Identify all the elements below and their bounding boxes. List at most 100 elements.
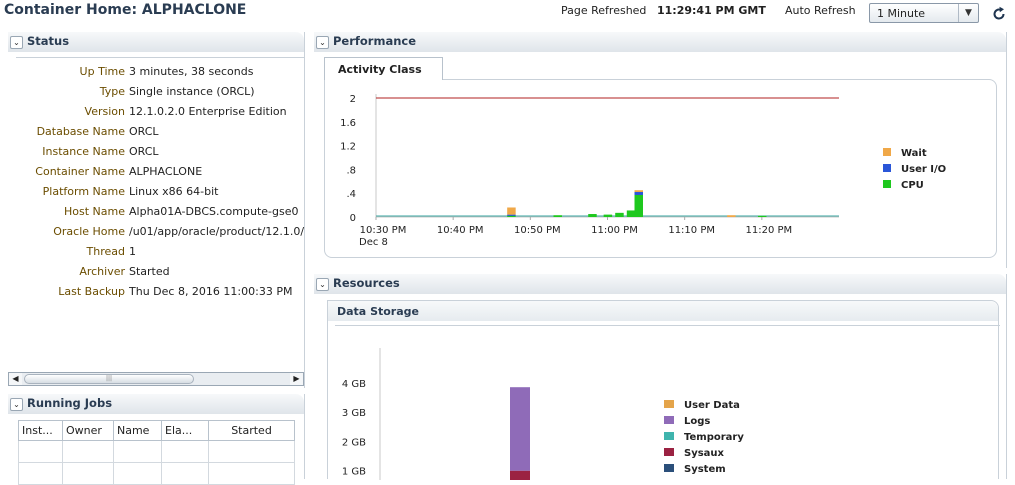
status-value: Linux x86 64-bit bbox=[129, 185, 219, 198]
status-row: Instance Name ORCL bbox=[8, 142, 305, 162]
performance-title: Performance bbox=[333, 34, 417, 48]
column-header[interactable]: Name bbox=[113, 420, 162, 441]
legend-label: Sysaux bbox=[684, 448, 725, 459]
running-jobs-panel: ⌄ Running Jobs Inst... Owner Name Ela...… bbox=[8, 394, 305, 485]
wait-bar bbox=[507, 207, 516, 215]
activity-chart-container: 0 .4 .8 1.2 1.6 2 10:30 PM 10:40 PM 10:50 PM 11:0… bbox=[324, 79, 997, 258]
legend-swatch bbox=[664, 448, 674, 456]
status-label: Version bbox=[84, 105, 125, 118]
status-row: Host Name Alpha01A-DBCS.compute-gse0 bbox=[8, 202, 305, 222]
y-tick-label: 3 GB bbox=[342, 408, 366, 419]
tab-activity-class[interactable]: Activity Class bbox=[324, 57, 443, 80]
performance-panel: ⌄ Performance Activity Class 0 .4 .8 1.2 1.6… bbox=[314, 32, 1007, 268]
status-label: Up Time bbox=[79, 65, 125, 78]
x-sublabel: Dec 8 bbox=[359, 237, 388, 248]
legend-swatch bbox=[883, 148, 891, 156]
horizontal-scrollbar[interactable]: ◀ ||| ▶ bbox=[8, 372, 304, 386]
auto-refresh-value: 1 Minute bbox=[877, 7, 926, 20]
resources-header: ⌄ Resources bbox=[314, 274, 1006, 294]
scroll-right-icon[interactable]: ▶ bbox=[290, 373, 303, 385]
collapse-toggle-icon[interactable]: ⌄ bbox=[316, 36, 329, 49]
column-header[interactable]: Inst... bbox=[18, 420, 63, 441]
y-tick-label: .4 bbox=[346, 189, 356, 200]
status-value: ORCL bbox=[129, 125, 159, 138]
resources-panel: ⌄ Resources Data Storage 0 GB1 GB2 GB3 G… bbox=[314, 274, 1007, 480]
legend-label: Temporary bbox=[684, 432, 744, 443]
scrollbar-thumb[interactable]: ||| bbox=[24, 374, 194, 384]
legend-label: Wait bbox=[901, 148, 927, 159]
legend-swatch bbox=[664, 416, 674, 424]
status-label: Thread bbox=[86, 245, 125, 258]
cpu-bar bbox=[588, 214, 597, 217]
y-tick-label: 2 GB bbox=[342, 437, 366, 448]
status-row: Container Name ALPHACLONE bbox=[8, 162, 305, 182]
cpu-bar bbox=[553, 215, 562, 217]
status-row: Type Single instance (ORCL) bbox=[8, 82, 305, 102]
cpu-bar bbox=[626, 210, 636, 217]
auto-refresh-select[interactable]: 1 Minute ▼ bbox=[869, 3, 979, 23]
status-label: Archiver bbox=[79, 265, 125, 278]
status-label: Container Name bbox=[35, 165, 125, 178]
column-header[interactable]: Started bbox=[208, 420, 295, 441]
user_io-bar bbox=[634, 192, 643, 195]
status-label: Oracle Home bbox=[53, 225, 125, 238]
status-row: Version 12.1.0.2.0 Enterprise Edition bbox=[8, 102, 305, 122]
x-tick-label: 11:00 PM bbox=[591, 225, 638, 236]
legend-label: System bbox=[684, 464, 726, 475]
legend-swatch bbox=[664, 464, 674, 472]
x-tick-label: 10:50 PM bbox=[514, 225, 561, 236]
user_io-bar bbox=[507, 214, 516, 216]
cpu-bar bbox=[757, 215, 767, 217]
data-storage-box: Data Storage 0 GB1 GB2 GB3 GB4 GBUser Da… bbox=[327, 300, 1000, 480]
column-header[interactable]: Owner bbox=[62, 420, 114, 441]
y-tick-label: 1 GB bbox=[342, 467, 366, 478]
status-label: Last Backup bbox=[58, 285, 125, 298]
status-value: ALPHACLONE bbox=[129, 165, 203, 178]
status-row: Up Time 3 minutes, 38 seconds bbox=[8, 62, 305, 82]
y-tick-label: .8 bbox=[346, 165, 356, 176]
status-value: ORCL bbox=[129, 145, 159, 158]
refresh-icon[interactable] bbox=[991, 6, 1007, 22]
running-jobs-header: ⌄ Running Jobs bbox=[8, 394, 304, 414]
y-tick-label: 4 GB bbox=[342, 379, 366, 390]
status-row: Archiver Started bbox=[8, 262, 305, 282]
y-tick-label: 0 bbox=[350, 213, 356, 224]
chevron-down-icon[interactable]: ▼ bbox=[958, 4, 978, 22]
table-row bbox=[18, 462, 295, 485]
status-value: Started bbox=[129, 265, 170, 278]
cpu-bar bbox=[507, 215, 516, 217]
status-value: Single instance (ORCL) bbox=[129, 85, 255, 98]
legend-label: User Data bbox=[684, 400, 740, 411]
column-header[interactable]: Ela... bbox=[161, 420, 209, 441]
legend-swatch bbox=[664, 400, 674, 408]
x-tick-label: 11:10 PM bbox=[668, 225, 715, 236]
legend-label: Logs bbox=[684, 416, 710, 427]
jobs-table: Inst... Owner Name Ela... Started bbox=[18, 420, 295, 485]
cpu-bar bbox=[634, 194, 643, 217]
legend-swatch bbox=[664, 432, 674, 440]
status-label: Host Name bbox=[64, 205, 125, 218]
status-row: Platform Name Linux x86 64-bit bbox=[8, 182, 305, 202]
collapse-toggle-icon[interactable]: ⌄ bbox=[10, 36, 23, 49]
legend-swatch bbox=[883, 180, 891, 188]
page-title: Container Home: ALPHACLONE bbox=[4, 2, 247, 18]
y-tick-label: 1.2 bbox=[340, 142, 356, 153]
status-value: 12.1.0.2.0 Enterprise Edition bbox=[129, 105, 287, 118]
scroll-left-icon[interactable]: ◀ bbox=[9, 373, 22, 385]
collapse-toggle-icon[interactable]: ⌄ bbox=[316, 278, 329, 291]
activity-class-chart: 0 .4 .8 1.2 1.6 2 10:30 PM 10:40 PM 10:50 PM 11:0… bbox=[340, 94, 946, 248]
data-storage-title: Data Storage bbox=[337, 305, 419, 318]
x-tick-label: 10:30 PM bbox=[360, 225, 407, 236]
collapse-toggle-icon[interactable]: ⌄ bbox=[10, 398, 23, 411]
running-jobs-title: Running Jobs bbox=[27, 396, 113, 410]
status-value: Thu Dec 8, 2016 11:00:33 PM bbox=[129, 285, 293, 298]
performance-header: ⌄ Performance bbox=[314, 32, 1006, 52]
status-value: /u01/app/oracle/product/12.1.0/ bbox=[129, 225, 305, 238]
cpu-bar bbox=[603, 214, 613, 217]
cpu-bar bbox=[615, 212, 624, 217]
logs-bar-segment bbox=[510, 387, 530, 471]
wait-bar bbox=[727, 215, 736, 217]
data-storage-header bbox=[328, 301, 998, 321]
legend-swatch bbox=[883, 164, 891, 172]
y-tick-label: 1.6 bbox=[340, 118, 356, 129]
